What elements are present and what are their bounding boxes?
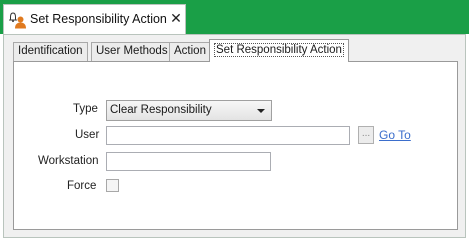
dropdown-arrow-icon xyxy=(257,109,265,113)
editor-panel: Identification User Methods Action Set R… xyxy=(3,34,466,238)
type-label: Type xyxy=(73,103,98,115)
goto-link[interactable]: Go To xyxy=(379,128,411,142)
document-tab[interactable]: Set Responsibility Action ✕ xyxy=(3,4,186,34)
tab-action[interactable]: Action xyxy=(169,42,211,61)
user-browse-button[interactable]: ... xyxy=(358,126,374,144)
force-checkbox[interactable] xyxy=(106,179,119,192)
tab-set-responsibility-action[interactable]: Set Responsibility Action xyxy=(209,39,349,62)
workstation-input[interactable] xyxy=(106,152,271,171)
document-tab-title: Set Responsibility Action xyxy=(30,12,167,26)
tab-user-methods[interactable]: User Methods xyxy=(91,42,173,61)
type-select[interactable]: Clear Responsibility xyxy=(106,100,272,121)
user-label: User xyxy=(75,129,100,141)
close-icon[interactable]: ✕ xyxy=(168,9,184,27)
user-bell-icon xyxy=(8,11,27,29)
tab-identification-label: Identification xyxy=(18,45,83,57)
force-label: Force xyxy=(67,180,97,192)
tab-identification[interactable]: Identification xyxy=(13,42,88,61)
type-select-value: Clear Responsibility xyxy=(110,104,212,116)
tab-set-responsibility-action-label: Set Responsibility Action xyxy=(214,43,344,57)
user-input[interactable] xyxy=(106,126,350,145)
workstation-label: Workstation xyxy=(38,155,99,167)
tab-content: Type Clear Responsibility User ... Go To… xyxy=(13,61,458,230)
tab-action-label: Action xyxy=(174,45,206,57)
tab-user-methods-label: User Methods xyxy=(96,45,168,57)
